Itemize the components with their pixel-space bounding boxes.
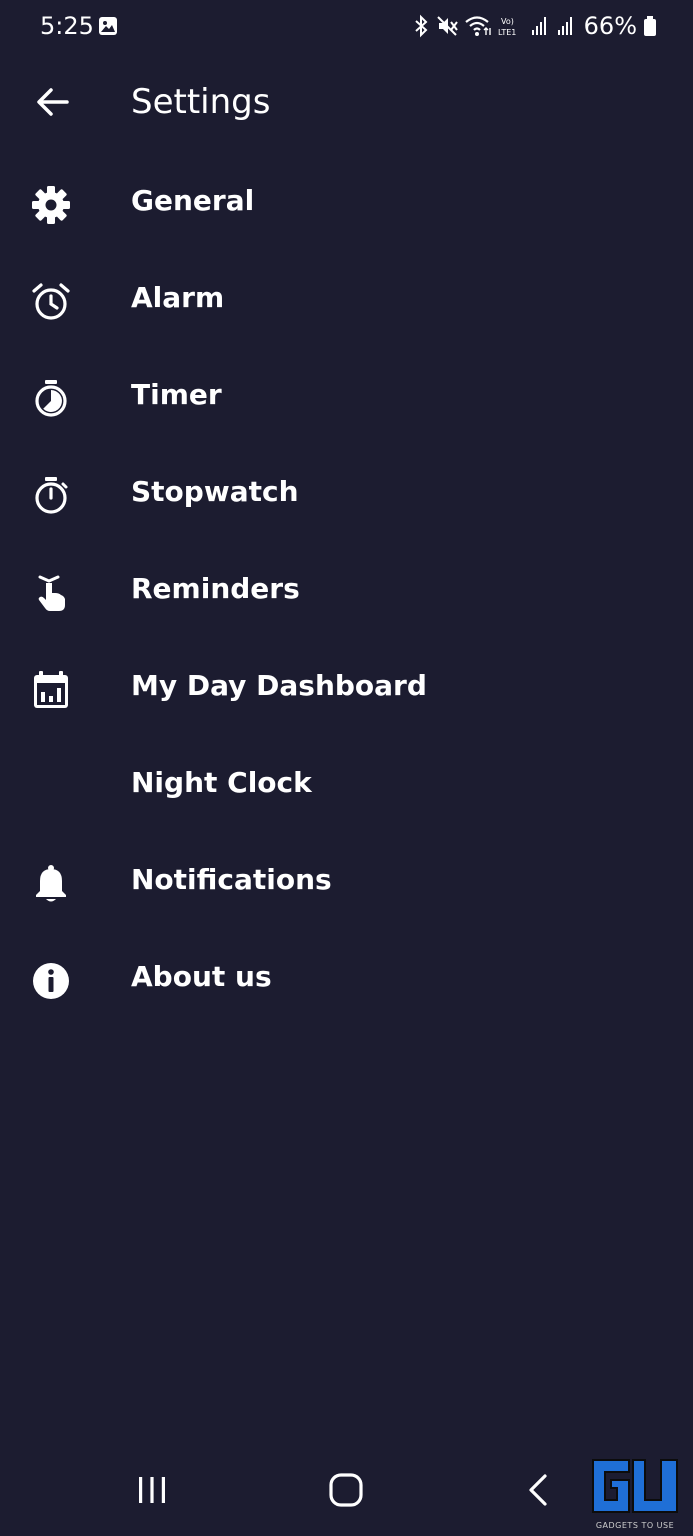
page-title: Settings (131, 82, 271, 122)
back-nav-button[interactable] (508, 1462, 568, 1522)
back-button[interactable] (26, 78, 78, 130)
menu-item-notifications[interactable]: Notifications (0, 833, 693, 930)
battery-percent: 66% (583, 12, 637, 40)
menu-item-label: General (131, 184, 255, 217)
watermark-text: GADGETS TO USE (595, 1521, 675, 1530)
menu-item-label: Alarm (131, 281, 225, 314)
menu-item-label: Night Clock (131, 766, 312, 799)
arrow-left-icon (35, 87, 69, 121)
menu-item-label: Timer (131, 378, 222, 411)
menu-item-my-day-dashboard[interactable]: My Day Dashboard (0, 639, 693, 736)
gallery-icon (98, 16, 118, 36)
home-icon (328, 1472, 364, 1512)
menu-item-reminders[interactable]: Reminders (0, 542, 693, 639)
calendar-chart-icon (30, 669, 72, 711)
status-icons: Vo) LTE1 66% (412, 10, 657, 42)
menu-item-timer[interactable]: Timer (0, 348, 693, 445)
menu-item-label: Reminders (131, 572, 300, 605)
signal-icon (556, 14, 576, 38)
svg-text:LTE1: LTE1 (498, 28, 516, 37)
settings-menu: General Alarm Timer Stopwatch Reminders … (0, 154, 693, 1027)
watermark-logo: GADGETS TO USE (589, 1456, 681, 1530)
svg-text:Vo): Vo) (501, 17, 514, 26)
gear-icon (30, 184, 72, 226)
status-time: 5:25 (40, 12, 94, 40)
signal-icon (530, 14, 550, 38)
timer-icon (30, 378, 72, 420)
menu-item-general[interactable]: General (0, 154, 693, 251)
reminder-finger-icon (30, 572, 72, 614)
recents-icon (135, 1475, 169, 1509)
bell-icon (30, 863, 72, 905)
menu-item-stopwatch[interactable]: Stopwatch (0, 445, 693, 542)
alarm-clock-icon (30, 281, 72, 323)
status-bar: 5:25 Vo) LTE1 66% (0, 0, 693, 54)
home-button[interactable] (316, 1462, 376, 1522)
moon-icon (30, 766, 72, 808)
wifi-icon (464, 14, 492, 38)
menu-item-night-clock[interactable]: Night Clock (0, 736, 693, 833)
menu-item-label: Notifications (131, 863, 332, 896)
menu-item-label: Stopwatch (131, 475, 299, 508)
app-bar: Settings (0, 70, 693, 138)
menu-item-about-us[interactable]: About us (0, 930, 693, 1027)
back-icon (526, 1473, 550, 1511)
bluetooth-icon (412, 14, 430, 38)
menu-item-alarm[interactable]: Alarm (0, 251, 693, 348)
menu-item-label: My Day Dashboard (131, 669, 427, 702)
menu-item-label: About us (131, 960, 272, 993)
volte-icon: Vo) LTE1 (498, 14, 524, 38)
recents-button[interactable] (122, 1462, 182, 1522)
info-icon (30, 960, 72, 1002)
stopwatch-icon (30, 475, 72, 517)
mute-icon (436, 14, 458, 38)
battery-icon (643, 14, 657, 38)
